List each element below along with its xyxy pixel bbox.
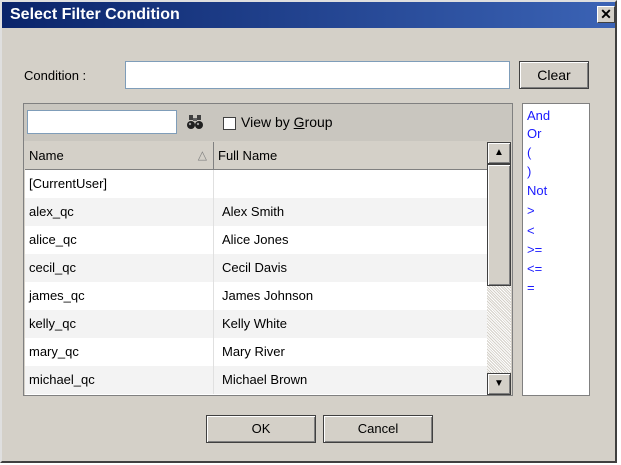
cancel-button[interactable]: Cancel	[323, 415, 433, 443]
user-search-input[interactable]	[27, 110, 177, 134]
select-filter-condition-dialog: Select Filter Condition ✕ Condition : Cl…	[0, 0, 617, 463]
vertical-scrollbar[interactable]: ▲ ▼	[487, 142, 511, 395]
dialog-title: Select Filter Condition	[10, 6, 180, 23]
cell-full-name: Kelly White	[222, 316, 288, 331]
sort-ascending-icon: △	[197, 148, 207, 162]
table-row[interactable]: james_qc James Johnson	[25, 282, 487, 310]
arrow-up-icon: ▲	[494, 147, 504, 158]
column-header-name[interactable]: Name △	[25, 142, 214, 169]
table-row[interactable]: michael_qc Michael Brown	[25, 366, 487, 394]
operator-or[interactable]: Or	[527, 126, 541, 141]
cell-name: james_qc	[25, 282, 214, 310]
cell-name: kelly_qc	[25, 310, 214, 338]
table-row[interactable]: alex_qc Alex Smith	[25, 198, 487, 226]
view-by-group-label: View by Group	[241, 114, 333, 130]
arrow-down-icon: ▼	[494, 378, 504, 389]
user-list-panel: View by Group Name △ Full Name [CurrentU…	[23, 103, 513, 396]
view-by-group-checkbox[interactable]	[223, 117, 236, 130]
operator-not[interactable]: Not	[527, 183, 547, 198]
condition-input[interactable]	[125, 61, 510, 89]
operators-list: And Or ( ) Not > < >= <= =	[522, 103, 590, 396]
cell-name: [CurrentUser]	[25, 170, 214, 198]
cell-name: michael_qc	[25, 366, 214, 394]
operator-less-equal[interactable]: <=	[527, 261, 542, 276]
cell-full-name: Cecil Davis	[222, 260, 288, 275]
scroll-down-button[interactable]: ▼	[487, 373, 511, 395]
operator-equals[interactable]: =	[527, 280, 535, 295]
operator-and[interactable]: And	[527, 108, 550, 123]
table-row[interactable]: cecil_qc Cecil Davis	[25, 254, 487, 282]
user-list-toolbar: View by Group	[24, 104, 512, 141]
operator-less-than[interactable]: <	[527, 223, 535, 238]
cell-full-name	[218, 170, 487, 198]
operator-open-paren[interactable]: (	[527, 145, 531, 160]
cell-full-name: James Johnson	[222, 288, 314, 303]
ok-button[interactable]: OK	[206, 415, 316, 443]
cell-name: mary_qc	[25, 338, 214, 366]
column-header-full-name[interactable]: Full Name	[214, 142, 487, 169]
table-row[interactable]: kelly_qc Kelly White	[25, 310, 487, 338]
cell-full-name: Michael Brown	[222, 372, 308, 387]
clear-button[interactable]: Clear	[519, 61, 589, 89]
cell-name: alice_qc	[25, 226, 214, 254]
users-grid: Name △ Full Name [CurrentUser] alex_qc A…	[25, 142, 487, 395]
operator-greater-equal[interactable]: >=	[527, 242, 542, 257]
cell-full-name: Mary River	[222, 344, 285, 359]
table-row[interactable]: [CurrentUser]	[25, 170, 487, 198]
table-row[interactable]: alice_qc Alice Jones	[25, 226, 487, 254]
close-button[interactable]: ✕	[597, 6, 615, 23]
binoculars-icon[interactable]	[186, 113, 204, 131]
cell-name: alex_qc	[25, 198, 214, 226]
table-row[interactable]: mary_qc Mary River	[25, 338, 487, 366]
grid-header: Name △ Full Name	[25, 142, 487, 170]
cell-full-name: Alice Jones	[222, 232, 289, 247]
scrollbar-thumb[interactable]	[487, 164, 511, 286]
condition-label: Condition :	[24, 68, 87, 83]
operator-greater-than[interactable]: >	[527, 203, 535, 218]
title-bar[interactable]: Select Filter Condition ✕	[2, 2, 615, 28]
cell-name: cecil_qc	[25, 254, 214, 282]
scroll-up-button[interactable]: ▲	[487, 142, 511, 164]
operator-close-paren[interactable]: )	[527, 164, 531, 179]
cell-full-name: Alex Smith	[222, 204, 285, 219]
